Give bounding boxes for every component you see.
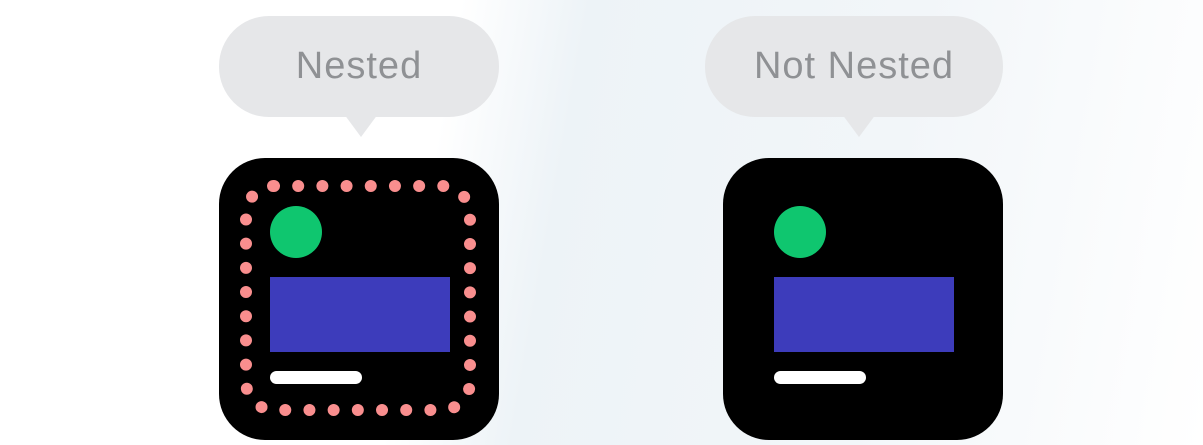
not-nested-panel: Not Nested	[705, 10, 1003, 440]
nested-label: Nested	[295, 45, 423, 87]
not-nested-label-bubble: Not Nested	[705, 16, 1003, 117]
nested-panel: Nested	[219, 10, 499, 440]
nested-bar	[270, 371, 362, 384]
not-nested-bar	[774, 371, 866, 384]
not-nested-rectangle	[774, 277, 954, 352]
nested-label-bubble: Nested	[219, 16, 499, 117]
not-nested-label: Not Nested	[753, 45, 955, 87]
nested-rectangle	[270, 277, 450, 352]
nested-bubble-tail	[344, 114, 378, 137]
not-nested-circle	[774, 206, 826, 258]
nested-card	[219, 158, 499, 440]
not-nested-card	[723, 158, 1003, 440]
nested-circle	[270, 206, 322, 258]
not-nested-bubble-tail	[842, 114, 876, 137]
